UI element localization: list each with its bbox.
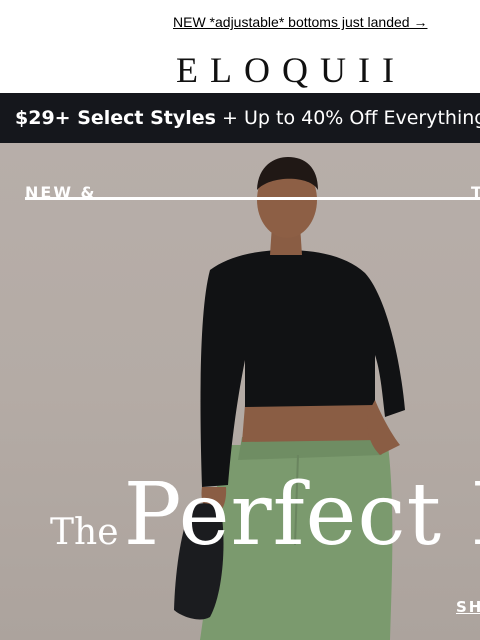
promo-bold-text: $29+ Select Styles [15,107,216,129]
promo-banner[interactable]: $29+ Select Styles + Up to 40% Off Every… [0,93,480,143]
preheader: NEW *adjustable* bottoms just landed → [0,0,480,44]
promo-rest-text: + Up to 40% Off Everything Else* [222,107,480,129]
hero-banner[interactable]: NEW & T The Perfect F SHO [0,143,480,640]
headline-the: The [50,512,119,553]
shop-now-link[interactable]: SHO [456,598,480,616]
model-photo [174,157,405,640]
nav-divider [25,197,480,200]
new-bottoms-link[interactable]: NEW *adjustable* bottoms just landed → [173,14,427,30]
hero-headline: The Perfect F [50,465,480,565]
promo-text: $29+ Select Styles + Up to 40% Off Every… [15,106,480,130]
brand-logo[interactable]: ELOQUII [176,50,406,90]
headline-main: Perfect F [123,465,480,565]
